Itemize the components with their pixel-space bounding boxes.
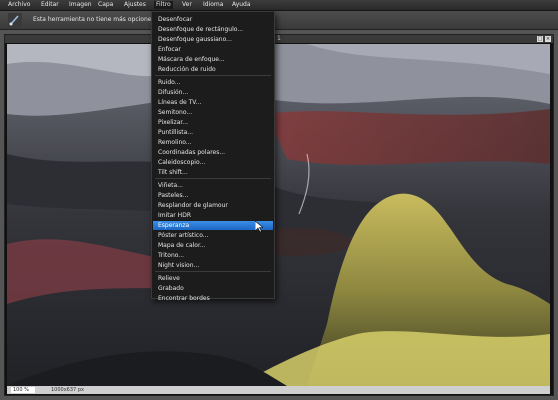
menu-capa[interactable]: Capa <box>96 1 115 9</box>
filter-semitono[interactable]: Semitono... <box>153 108 273 117</box>
mouse-cursor-icon <box>255 221 263 233</box>
filter-coordenadas-polares[interactable]: Coordinadas polares... <box>153 148 273 157</box>
menu-ver[interactable]: Ver <box>180 1 194 9</box>
menu-separator <box>155 178 271 179</box>
filter-resplandor-glamour[interactable]: Resplandor de glamour <box>153 201 273 210</box>
menu-ayuda[interactable]: Ayuda <box>230 1 253 9</box>
filter-grabado[interactable]: Grabado <box>153 284 273 293</box>
menu-separator <box>155 271 271 272</box>
menu-bar: Archivo Editar Imagen Capa Ajustes Filtr… <box>0 0 558 11</box>
filter-desenfocar[interactable]: Desenfocar <box>153 15 273 24</box>
menu-archivo[interactable]: Archivo <box>6 1 32 9</box>
image-dimensions: 1000x637 px <box>51 387 84 393</box>
filter-caleidoscopio[interactable]: Caleidoscopio... <box>153 158 273 167</box>
filter-ruido[interactable]: Ruido... <box>153 78 273 87</box>
filter-mapa-calor[interactable]: Mapa de calor... <box>153 241 273 250</box>
image-canvas[interactable] <box>7 44 550 386</box>
filter-encontrar-bordes[interactable]: Encontrar bordes <box>153 294 273 303</box>
filter-remolino[interactable]: Remolino... <box>153 138 273 147</box>
status-bar: 100 % 1000x637 px <box>7 386 550 394</box>
close-icon[interactable]: × <box>545 36 551 42</box>
menu-editar[interactable]: Editar <box>39 1 61 9</box>
filter-vineta[interactable]: Viñeta... <box>153 181 273 190</box>
filter-puntillista[interactable]: Puntillista... <box>153 128 273 137</box>
filter-desenfoque-gaussiano[interactable]: Desenfoque gaussiano... <box>153 35 273 44</box>
tool-options-bar: Esta herramienta no tiene más opciones <box>0 11 558 30</box>
filter-tilt-shift[interactable]: Tilt shift... <box>153 168 273 177</box>
filter-pasteles[interactable]: Pasteles... <box>153 191 273 200</box>
image-window: 1 □ × 100 % 1000x637 px <box>4 34 554 396</box>
filter-difusion[interactable]: Difusión... <box>153 88 273 97</box>
menu-imagen[interactable]: Imagen <box>67 1 94 9</box>
filter-tritono[interactable]: Tritono... <box>153 251 273 260</box>
image-window-title: 1 <box>277 35 281 42</box>
filter-desenfoque-rectangulo[interactable]: Desenfoque de rectángulo... <box>153 25 273 34</box>
filter-relieve[interactable]: Relieve <box>153 274 273 283</box>
filter-lineas-tv[interactable]: Líneas de TV... <box>153 98 273 107</box>
menu-idioma[interactable]: Idioma <box>201 1 225 9</box>
tool-options-message: Esta herramienta no tiene más opciones <box>33 16 155 23</box>
brush-tool-icon[interactable] <box>8 13 22 27</box>
filter-imitar-hdr[interactable]: Imitar HDR <box>153 211 273 220</box>
filter-reduccion-ruido[interactable]: Reducción de ruido <box>153 65 273 74</box>
filter-menu: Desenfocar Desenfoque de rectángulo... D… <box>151 11 275 302</box>
image-window-titlebar[interactable]: 1 □ × <box>5 35 553 43</box>
landscape-photo <box>7 44 550 386</box>
filter-pixelizar[interactable]: Pixelizar... <box>153 118 273 127</box>
filter-enfocar[interactable]: Enfocar <box>153 45 273 54</box>
menu-separator <box>155 75 271 76</box>
filter-night-vision[interactable]: Night vision... <box>153 261 273 270</box>
maximize-icon[interactable]: □ <box>537 36 543 42</box>
menu-ajustes[interactable]: Ajustes <box>122 1 148 9</box>
filter-mascara-enfoque[interactable]: Máscara de enfoque... <box>153 55 273 64</box>
menu-filtro[interactable]: Filtro <box>154 1 173 9</box>
zoom-input[interactable]: 100 % <box>11 387 35 393</box>
